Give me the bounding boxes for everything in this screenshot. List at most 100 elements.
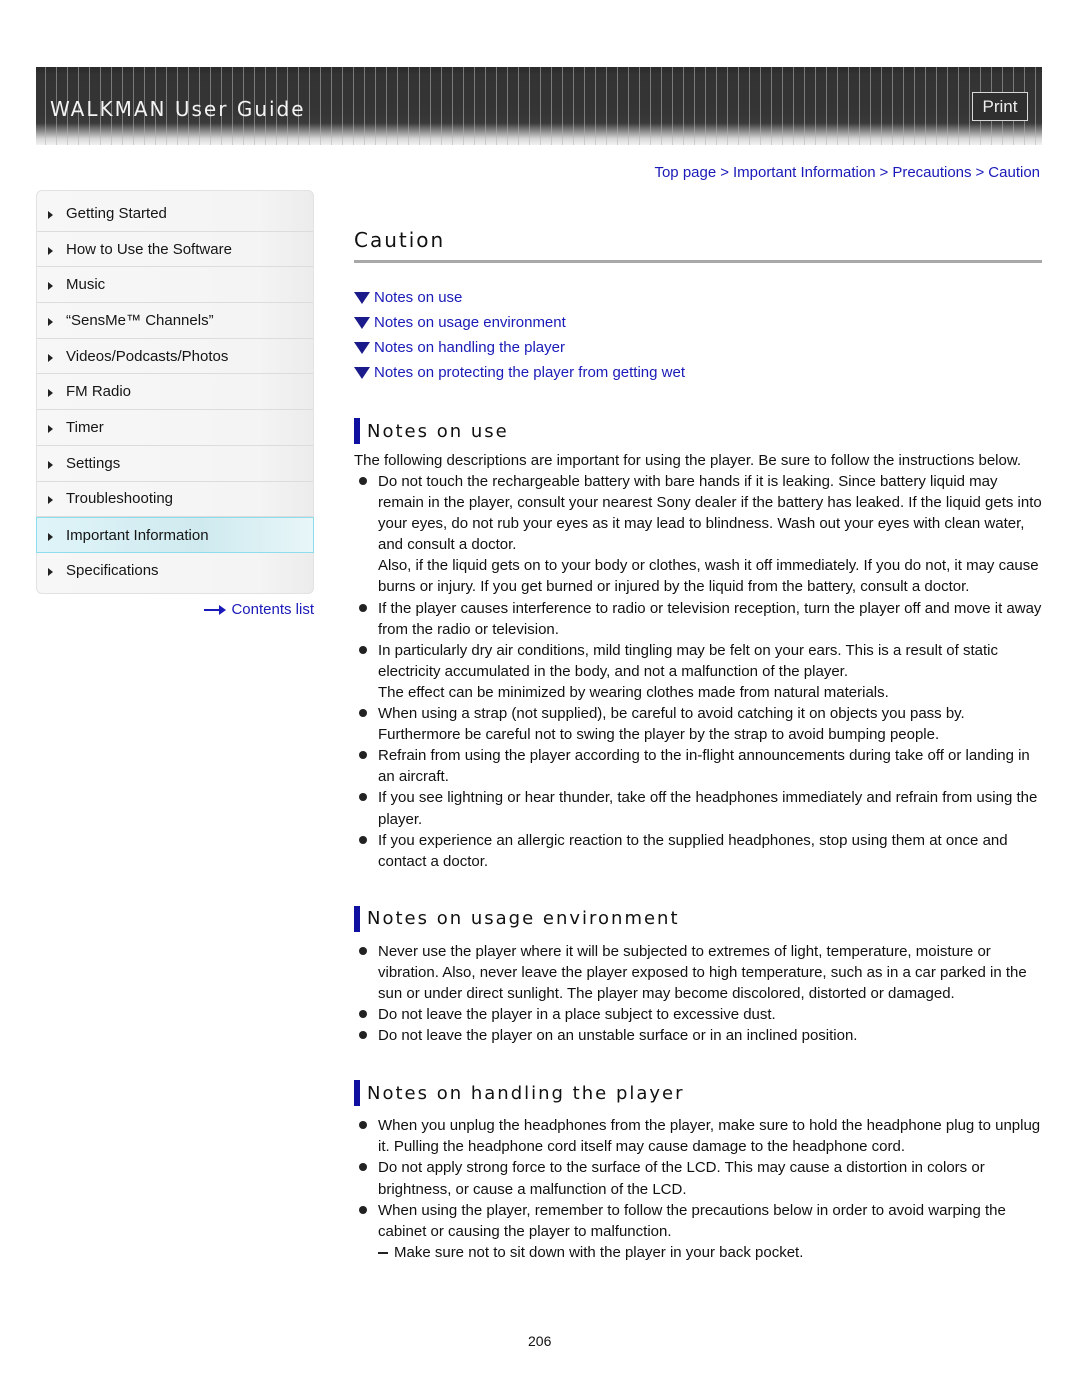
bullet-icon (359, 835, 367, 844)
toc-link-notes-on-protecting-wet[interactable]: Notes on protecting the player from gett… (354, 360, 1042, 385)
bullet-icon (359, 1205, 367, 1214)
list-item-text: Do not leave the player in a place subje… (378, 1006, 776, 1024)
page-number: 206 (528, 1333, 552, 1349)
print-button[interactable]: Print (972, 92, 1028, 121)
list-item: In particularly dry air conditions, mild… (354, 640, 1042, 703)
heading-bar (354, 905, 360, 932)
breadcrumb-top-page[interactable]: Top page (654, 164, 716, 181)
list-item: Do not leave the player on an unstable s… (354, 1025, 1042, 1046)
sidebar-item-label: How to Use the Software (66, 240, 232, 258)
bullet-icon (359, 1121, 367, 1130)
bullet-icon (359, 477, 367, 485)
toc-link-label: Notes on handling the player (374, 339, 565, 356)
sidebar-item-label: Timer (66, 418, 104, 436)
triangle-right-icon (48, 460, 53, 469)
main-content: Caution Notes on use Notes on usage envi… (354, 228, 1042, 1263)
contents-list-label: Contents list (231, 601, 314, 618)
bullet-icon (359, 751, 367, 760)
breadcrumb-separator: > (975, 164, 985, 181)
toc-link-notes-on-handling[interactable]: Notes on handling the player (354, 335, 1042, 360)
triangle-right-icon (48, 568, 53, 577)
list-item: When using the player, remember to follo… (354, 1200, 1042, 1263)
arrow-right-icon (204, 604, 228, 615)
list-item: If you experience an allergic reaction t… (354, 830, 1042, 872)
list-item: Do not touch the rechargeable battery wi… (354, 471, 1042, 598)
sidebar-item-label: Videos/Podcasts/Photos (66, 347, 229, 365)
triangle-right-icon (48, 389, 53, 398)
app-title: WALKMAN User Guide (50, 97, 306, 121)
list-item-text: If the player causes interference to rad… (378, 599, 1042, 638)
section-notes-on-use: Notes on use The following descriptions … (354, 418, 1042, 872)
sidebar-item-videos-podcasts-photos[interactable]: Videos/Podcasts/Photos (37, 339, 313, 375)
bullet-icon (359, 1163, 367, 1172)
breadcrumb-important-information[interactable]: Important Information (733, 164, 876, 181)
sidebar-item-troubleshooting[interactable]: Troubleshooting (37, 482, 313, 518)
list-item-text: When you unplug the headphones from the … (378, 1117, 1041, 1156)
sub-list-item-text: Make sure not to sit down with the playe… (394, 1243, 804, 1261)
list-item: If you see lightning or hear thunder, ta… (354, 787, 1042, 829)
sidebar-item-label: Specifications (66, 562, 159, 580)
heading-bar (354, 418, 360, 444)
sidebar-item-timer[interactable]: Timer (37, 410, 313, 446)
sidebar-item-label: FM Radio (66, 383, 132, 401)
breadcrumb-separator: > (720, 164, 729, 181)
triangle-right-icon (48, 317, 53, 326)
sidebar-item-how-to-use-software[interactable]: How to Use the Software (37, 232, 313, 268)
triangle-down-icon (354, 367, 370, 379)
sidebar-nav: Getting Started How to Use the Software … (36, 190, 314, 594)
header-banner: WALKMAN User Guide Print (36, 67, 1042, 145)
bullet-icon (359, 1010, 367, 1019)
breadcrumb-caution[interactable]: Caution (988, 164, 1040, 181)
bullet-list: Never use the player where it will be su… (354, 941, 1042, 1046)
contents-list-link[interactable]: Contents list (204, 601, 314, 618)
list-item-text: Do not leave the player on an unstable s… (378, 1027, 858, 1045)
bullet-list: Do not touch the rechargeable battery wi… (354, 471, 1042, 872)
bullet-icon (359, 1031, 367, 1040)
triangle-right-icon (48, 496, 53, 505)
list-item-text: Do not touch the rechargeable battery wi… (378, 473, 1042, 554)
sidebar-item-settings[interactable]: Settings (37, 446, 313, 482)
triangle-down-icon (354, 292, 370, 304)
list-item-extra: Also, if the liquid gets on to your body… (378, 557, 1039, 596)
triangle-right-icon (48, 424, 53, 433)
list-item-text: In particularly dry air conditions, mild… (378, 641, 998, 680)
toc-link-notes-on-usage-environment[interactable]: Notes on usage environment (354, 310, 1042, 335)
list-item: When you unplug the headphones from the … (354, 1115, 1042, 1157)
list-item-extra: The effect can be minimized by wearing c… (378, 683, 889, 701)
sidebar-item-specifications[interactable]: Specifications (37, 553, 313, 589)
triangle-right-icon (48, 210, 53, 219)
section-notes-on-usage-environment: Notes on usage environment Never use the… (354, 905, 1042, 1046)
bullet-icon (359, 709, 367, 718)
section-heading-text: Notes on usage environment (367, 908, 680, 930)
section-heading: Notes on handling the player (354, 1080, 1042, 1107)
list-item: Refrain from using the player according … (354, 745, 1042, 787)
sidebar-item-label: Getting Started (66, 204, 167, 222)
breadcrumb-precautions[interactable]: Precautions (892, 164, 971, 181)
section-heading: Notes on usage environment (354, 905, 1042, 932)
section-notes-on-handling: Notes on handling the player When you un… (354, 1080, 1042, 1263)
triangle-down-icon (354, 342, 370, 354)
sidebar-item-label: Music (66, 276, 106, 294)
sidebar-item-fm-radio[interactable]: FM Radio (37, 374, 313, 411)
section-heading: Notes on use (354, 418, 1042, 444)
sidebar-item-music[interactable]: Music (37, 267, 313, 304)
heading-bar (354, 1080, 360, 1107)
sidebar-item-label: “SensMe™ Channels” (66, 311, 214, 329)
section-heading-text: Notes on handling the player (367, 1082, 685, 1104)
toc-link-label: Notes on protecting the player from gett… (374, 364, 686, 381)
toc-link-notes-on-use[interactable]: Notes on use (354, 285, 1042, 310)
list-item-text: Refrain from using the player according … (378, 747, 1030, 786)
list-item-text: If you experience an allergic reaction t… (378, 831, 1008, 870)
page-title: Caution (354, 228, 1042, 263)
sidebar-item-label: Important Information (66, 526, 209, 544)
list-item-text: When using the player, remember to follo… (378, 1201, 1006, 1240)
toc-link-label: Notes on use (374, 289, 463, 306)
list-item-text: If you see lightning or hear thunder, ta… (378, 789, 1038, 828)
breadcrumb: Top page > Important Information > Precautio… (654, 164, 1040, 181)
triangle-down-icon (354, 317, 370, 329)
sidebar-item-label: Troubleshooting (66, 490, 174, 508)
breadcrumb-separator: > (879, 164, 889, 181)
sidebar-item-important-information[interactable]: Important Information (36, 517, 314, 553)
sidebar-item-sensme-channels[interactable]: “SensMe™ Channels” (37, 303, 313, 339)
sidebar-item-getting-started[interactable]: Getting Started (37, 196, 313, 232)
